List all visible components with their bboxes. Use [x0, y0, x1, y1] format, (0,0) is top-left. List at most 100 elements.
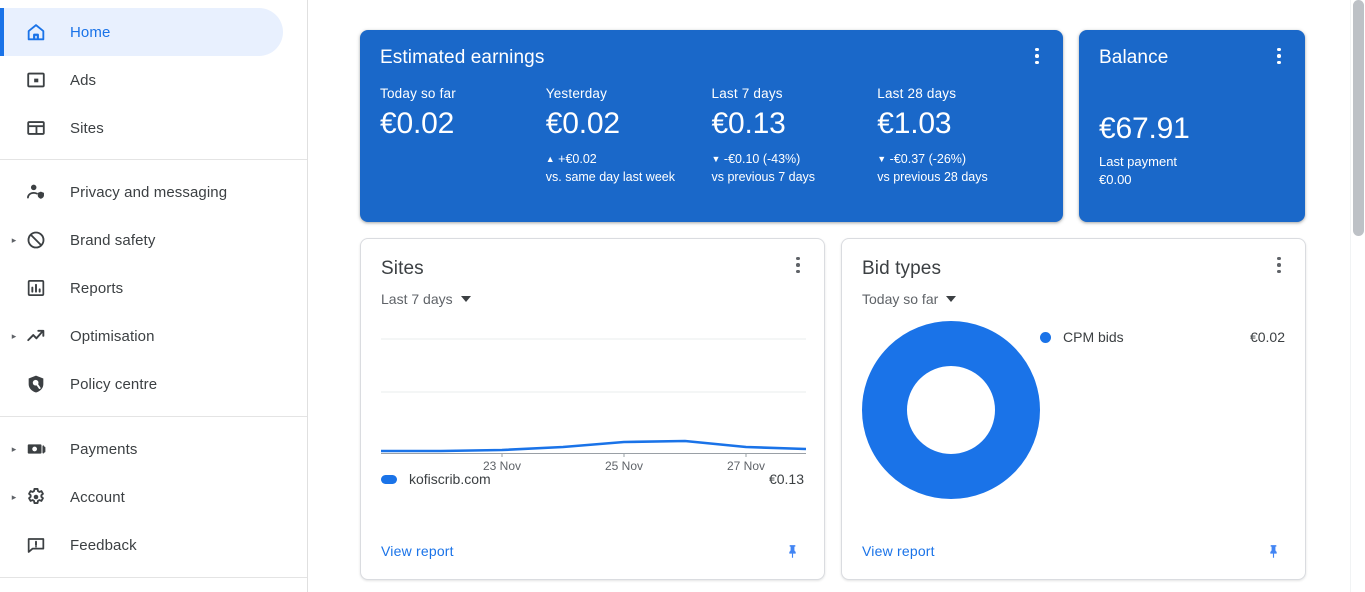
sidebar-group-primary: ▸ Home ▸ Ads [0, 0, 307, 159]
metric-delta: ▲ +€0.02 [546, 151, 712, 169]
bid-types-donut-chart [862, 321, 1040, 504]
sidebar-item-label: Reports [70, 279, 124, 297]
home-icon [24, 20, 48, 44]
bid-types-body: CPM bids €0.02 [862, 321, 1285, 504]
card-title: Balance [1099, 47, 1169, 68]
donut-chart-svg [862, 321, 1040, 499]
sidebar-item-ads[interactable]: ▸ Ads [0, 56, 307, 104]
sidebar: ▸ Home ▸ Ads [0, 0, 308, 592]
x-tick-label: 23 Nov [482, 459, 522, 473]
sidebar-item-privacy-and-messaging[interactable]: ▸ Privacy and messaging [0, 168, 307, 216]
metric-delta-value: +€0.02 [558, 152, 597, 166]
x-tick-label: 25 Nov [604, 459, 644, 473]
sidebar-group-account: ▸ Payments ▸ Account Feedback [0, 417, 307, 577]
metric-delta: ▼ -€0.37 (-26%) [877, 151, 1043, 169]
sidebar-item-policy-centre[interactable]: ▸ Policy centre [0, 360, 307, 408]
metric-value: €1.03 [877, 107, 952, 140]
metric-label: Last 28 days [877, 86, 957, 101]
sidebar-item-payments[interactable]: ▸ Payments [0, 425, 307, 473]
sidebar-item-label: Home [70, 23, 111, 41]
sidebar-item-account[interactable]: ▸ Account [0, 473, 307, 521]
kebab-menu-icon[interactable] [1267, 44, 1291, 68]
page-scrollbar[interactable] [1350, 0, 1365, 592]
metric-value: €0.13 [711, 107, 786, 140]
view-report-link[interactable]: View report [862, 543, 935, 559]
balance-card: Balance €67.91 Last payment €0.00 [1079, 30, 1305, 222]
metric-today-so-far: Today so far €0.02 [380, 85, 546, 186]
card-footer: View report [862, 539, 1285, 563]
sidebar-group-management: ▸ Privacy and messaging ▸ [0, 160, 307, 416]
series-line-kofiscrib [381, 439, 806, 453]
legend-label: CPM bids [1063, 329, 1124, 345]
x-tick-label: 27 Nov [726, 459, 766, 473]
metric-label: Today so far [380, 86, 456, 101]
sites-card: Sites Last 7 days 23 Nov 25 Nov 27 Nov k… [360, 238, 825, 580]
bid-types-card: Bid types Today so far CPM bids €0.02 Vi… [841, 238, 1306, 580]
estimated-earnings-card: Estimated earnings Today so far €0.02 Ye… [360, 30, 1063, 222]
x-axis-labels: 23 Nov 25 Nov 27 Nov [381, 459, 804, 477]
scrollbar-thumb[interactable] [1353, 0, 1364, 236]
sidebar-divider-3 [0, 577, 307, 578]
sidebar-item-brand-safety[interactable]: ▸ Brand safety [0, 216, 307, 264]
metric-comparison: vs previous 7 days [711, 170, 816, 184]
expand-caret[interactable]: ▸ [6, 444, 22, 454]
bid-types-legend-row: CPM bids €0.02 [1040, 329, 1285, 345]
card-title: Estimated earnings [380, 47, 545, 68]
date-range-select[interactable]: Today so far [862, 291, 957, 307]
pin-icon[interactable] [780, 539, 804, 563]
sidebar-item-label: Account [70, 488, 125, 506]
balance-amount: €67.91 [1099, 112, 1190, 145]
sidebar-item-label: Feedback [70, 536, 137, 554]
adsense-dashboard: ▸ Home ▸ Ads [0, 0, 1365, 592]
expand-caret[interactable]: ▸ [6, 492, 22, 502]
donut-slice-cpm-bids [862, 321, 1040, 499]
sidebar-item-label: Privacy and messaging [70, 183, 228, 201]
line-chart-svg [381, 338, 806, 457]
view-report-link[interactable]: View report [381, 543, 454, 559]
sidebar-item-label: Optimisation [70, 327, 155, 345]
kebab-menu-icon[interactable] [1267, 253, 1291, 277]
gear-icon [24, 485, 48, 509]
sidebar-item-home[interactable]: ▸ Home [0, 8, 307, 56]
legend-value: €0.02 [1249, 329, 1285, 345]
metric-value: €0.02 [380, 107, 455, 140]
last-payment-value: €0.00 [1099, 172, 1132, 187]
sidebar-item-reports[interactable]: ▸ Reports [0, 264, 307, 312]
sidebar-item-sites[interactable]: ▸ Sites [0, 104, 307, 152]
sidebar-item-feedback[interactable]: ▸ Feedback [0, 521, 307, 569]
metric-label: Last 7 days [711, 86, 783, 101]
sites-icon [24, 116, 48, 140]
expand-caret[interactable]: ▸ [6, 331, 22, 341]
kebab-menu-icon[interactable] [1025, 44, 1049, 68]
trend-down-arrow-icon: ▼ [711, 154, 721, 164]
bid-types-legend: CPM bids €0.02 [1040, 321, 1285, 504]
report-cards-row: Sites Last 7 days 23 Nov 25 Nov 27 Nov k… [360, 238, 1365, 580]
metric-value: €0.02 [545, 107, 620, 140]
metric-comparison: vs. same day last week [545, 170, 675, 184]
trend-up-arrow-icon: ▲ [545, 154, 555, 164]
date-range-select[interactable]: Last 7 days [381, 291, 471, 307]
expand-caret[interactable]: ▸ [6, 235, 22, 245]
privacy-person-shield-icon [24, 180, 48, 204]
metric-last-28-days: Last 28 days €1.03 ▼ -€0.37 (-26%) vs pr… [877, 85, 1043, 186]
bar-chart-icon [24, 276, 48, 300]
sidebar-item-optimisation[interactable]: ▸ Optimisation [0, 312, 307, 360]
metric-delta-value: -€0.37 (-26%) [889, 152, 967, 166]
metric-delta: ▼ -€0.10 (-43%) [712, 151, 878, 169]
chevron-down-icon [946, 296, 957, 302]
kebab-menu-icon[interactable] [786, 253, 810, 277]
trend-down-arrow-icon: ▼ [877, 154, 887, 164]
sidebar-item-label: Policy centre [70, 375, 158, 393]
sidebar-item-label: Brand safety [70, 231, 156, 249]
sidebar-item-label: Ads [70, 71, 97, 89]
date-range-value: Today so far [862, 291, 939, 307]
sites-line-chart: 23 Nov 25 Nov 27 Nov [381, 329, 806, 473]
feedback-speech-bubble-icon [24, 533, 48, 557]
main-content: Estimated earnings Today so far €0.02 Ye… [308, 0, 1365, 592]
card-title: Bid types [862, 258, 942, 279]
sidebar-item-label: Payments [70, 440, 138, 458]
ads-icon [24, 68, 48, 92]
metric-comparison: vs previous 28 days [877, 170, 988, 184]
metric-delta-value: -€0.10 (-43%) [723, 152, 801, 166]
pin-icon[interactable] [1261, 539, 1285, 563]
